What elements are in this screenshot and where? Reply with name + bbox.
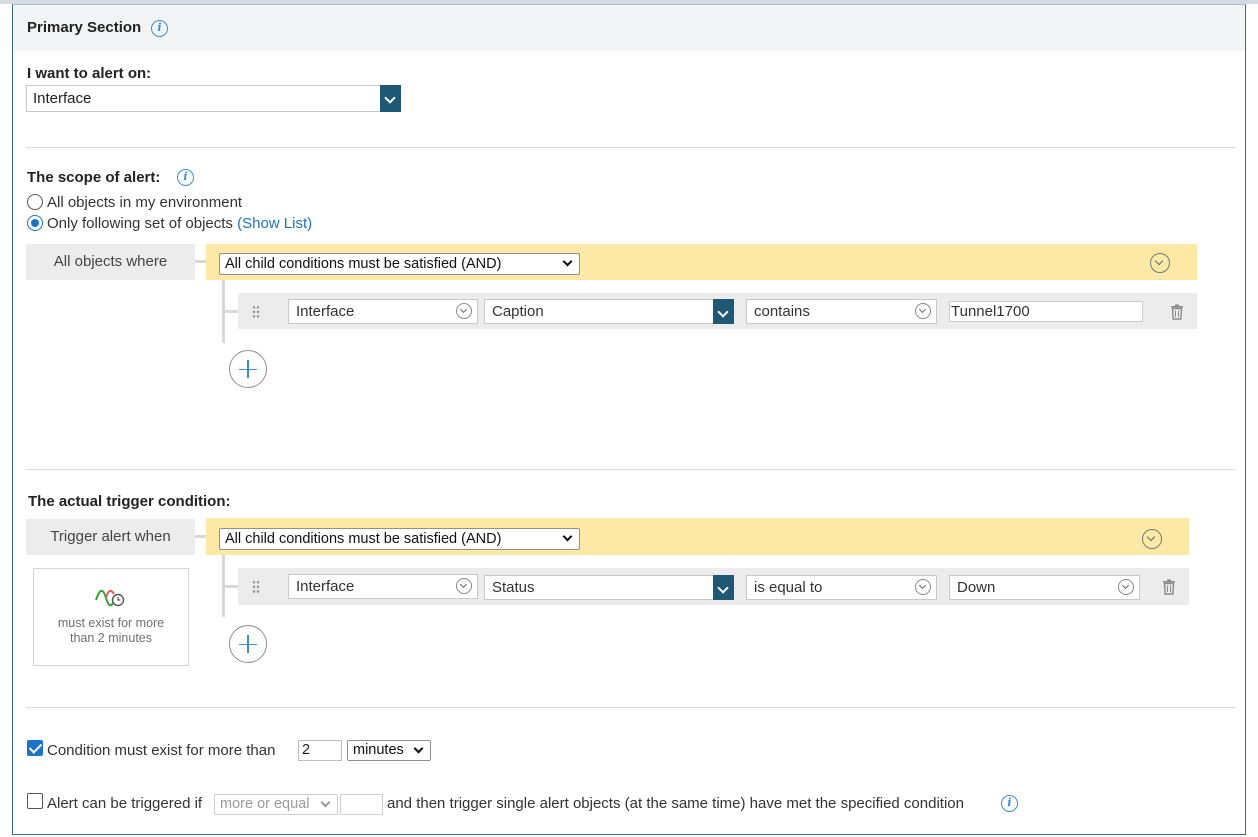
alert-definition-panel: [12, 4, 1246, 835]
chevron-down-icon: [380, 85, 401, 112]
scope-field-value: Caption: [492, 303, 544, 320]
chevron-down-icon: [713, 299, 734, 324]
scope-group-operator-value: All child conditions must be satisfied (…: [225, 256, 502, 272]
multi-trigger-checkbox[interactable]: [27, 793, 43, 809]
multi-count-input[interactable]: [340, 794, 383, 815]
trigger-label: The actual trigger condition:: [28, 493, 231, 510]
chevron-down-icon: [456, 303, 472, 319]
scope-value-text: Tunnel1700: [951, 303, 1030, 320]
scope-all-label: All objects in my environment: [47, 194, 243, 211]
trigger-group-operator-select[interactable]: All child conditions must be satisfied (…: [219, 528, 580, 550]
info-icon[interactable]: i: [177, 169, 194, 186]
chevron-down-icon: [562, 531, 573, 542]
multi-comparator-value: more or equal: [220, 796, 310, 812]
scope-following-label: Only following set of objects: [47, 215, 233, 232]
show-list-link[interactable]: (Show List): [237, 215, 312, 232]
connector: [222, 310, 238, 313]
chevron-down-icon: [1118, 579, 1134, 595]
duration-value-text: 2: [302, 742, 311, 758]
scope-object-select[interactable]: Interface: [288, 299, 478, 324]
add-scope-condition-button[interactable]: [229, 350, 267, 388]
trash-icon[interactable]: [1170, 304, 1184, 320]
scope-object-value: Interface: [296, 303, 355, 320]
trigger-group-operator-value: All child conditions must be satisfied (…: [225, 531, 502, 547]
duration-unit-select[interactable]: minutes: [347, 740, 431, 761]
trigger-field-value: Status: [492, 579, 535, 596]
chevron-down-icon: [413, 743, 424, 754]
chart-clock-icon: [95, 589, 125, 607]
scope-label: The scope of alert:: [27, 169, 161, 186]
alert-on-label: I want to alert on:: [27, 65, 152, 82]
trigger-operator-select[interactable]: is equal to: [746, 575, 937, 600]
multi-trigger-prefix: Alert can be triggered if: [47, 795, 203, 812]
info-icon[interactable]: i: [1001, 795, 1018, 812]
drag-handle-icon[interactable]: [252, 305, 260, 319]
chevron-down-icon: [915, 303, 931, 319]
trash-icon[interactable]: [1162, 579, 1176, 595]
divider: [26, 469, 1235, 470]
add-trigger-condition-button[interactable]: [229, 625, 267, 663]
chevron-down-icon: [456, 578, 472, 594]
connector: [222, 585, 238, 588]
trigger-object-select[interactable]: Interface: [288, 574, 478, 599]
trigger-object-value: Interface: [296, 578, 355, 595]
scope-group-label: All objects where: [26, 244, 195, 280]
trigger-operator-value: is equal to: [754, 579, 823, 596]
divider: [26, 147, 1235, 148]
scope-value-input[interactable]: Tunnel1700: [949, 301, 1143, 322]
trigger-field-select[interactable]: Status: [484, 575, 734, 600]
collapse-group-icon[interactable]: [1142, 529, 1162, 549]
duration-unit-value: minutes: [353, 742, 404, 758]
scope-all-radio[interactable]: [27, 194, 43, 210]
divider: [26, 707, 1235, 708]
chevron-down-icon: [320, 797, 331, 808]
chevron-down-icon: [713, 575, 734, 600]
duration-value-input[interactable]: 2: [298, 740, 342, 761]
scope-following-radio[interactable]: [27, 215, 43, 231]
alert-on-select[interactable]: Interface: [26, 85, 401, 112]
multi-comparator-select[interactable]: more or equal: [214, 794, 338, 815]
trigger-value-select[interactable]: Down: [949, 575, 1140, 600]
multi-trigger-suffix: and then trigger single alert objects (a…: [387, 795, 964, 812]
duration-label: Condition must exist for more than: [47, 742, 276, 759]
scope-field-select[interactable]: Caption: [484, 299, 734, 324]
trigger-card-text: must exist for more than 2 minutes: [57, 616, 165, 645]
scope-operator-value: contains: [754, 303, 810, 320]
primary-section-title: Primary Section: [27, 19, 142, 36]
chevron-down-icon: [915, 579, 931, 595]
info-icon[interactable]: i: [151, 20, 168, 37]
duration-checkbox[interactable]: [27, 740, 43, 756]
scope-group-operator-select[interactable]: All child conditions must be satisfied (…: [219, 253, 580, 275]
trigger-group-label: Trigger alert when: [26, 519, 195, 555]
trigger-duration-card[interactable]: must exist for more than 2 minutes: [33, 568, 189, 666]
drag-handle-icon[interactable]: [252, 580, 260, 594]
alert-on-value: Interface: [33, 90, 92, 107]
primary-section-header: [13, 5, 1245, 51]
trigger-value-text: Down: [957, 579, 996, 596]
collapse-group-icon[interactable]: [1150, 253, 1170, 273]
chevron-down-icon: [562, 256, 573, 267]
scope-operator-select[interactable]: contains: [746, 299, 937, 324]
